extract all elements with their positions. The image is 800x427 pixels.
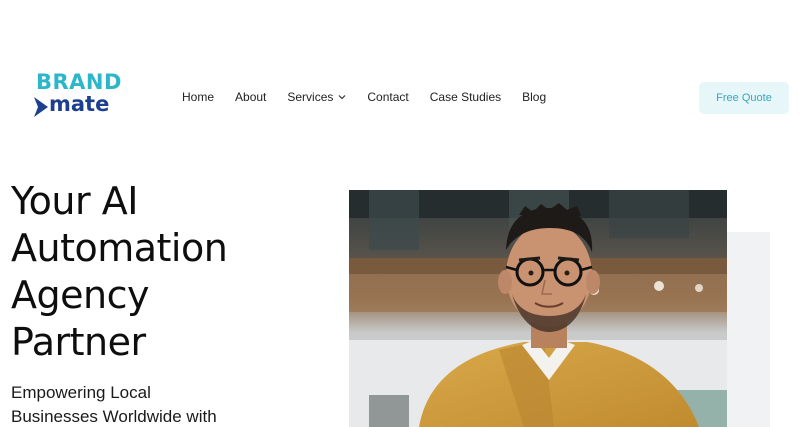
brand-logo[interactable]: BRAND mate	[34, 70, 134, 120]
nav-item-blog[interactable]: Blog	[522, 90, 546, 104]
headline-line: Your AI	[11, 179, 138, 223]
main-nav: Home About Services Contact Case Studies…	[182, 89, 567, 105]
hero-photo	[349, 190, 727, 427]
nav-item-about[interactable]: About	[235, 90, 266, 104]
nav-item-home[interactable]: Home	[182, 90, 214, 104]
nav-item-label: Home	[182, 90, 215, 104]
subtitle-line: Businesses Worldwide with	[11, 407, 217, 426]
chevron-down-icon	[338, 95, 346, 100]
nav-item-label: Contact	[367, 90, 409, 104]
logo-text-brand: BRAND	[36, 70, 122, 94]
hero-subtitle: Empowering Local Businesses Worldwide wi…	[11, 381, 311, 427]
subtitle-line: Empowering Local	[11, 383, 151, 402]
hero-headline: Your AI Automation Agency Partner	[11, 178, 311, 366]
nav-item-label: Blog	[522, 90, 547, 104]
headline-line: Agency	[11, 273, 149, 317]
nav-item-label: Services	[287, 90, 334, 104]
free-quote-button[interactable]: Free Quote	[699, 82, 789, 114]
nav-item-contact[interactable]: Contact	[367, 90, 408, 104]
headline-line: Automation	[11, 226, 228, 270]
headline-line: Partner	[11, 320, 146, 364]
nav-item-label: Case Studies	[429, 90, 502, 104]
arrow-icon	[34, 97, 48, 117]
nav-item-label: About	[235, 90, 267, 104]
nav-item-services[interactable]: Services	[287, 90, 346, 104]
nav-item-case-studies[interactable]: Case Studies	[430, 90, 501, 104]
logo-text-mate: mate	[49, 92, 110, 116]
